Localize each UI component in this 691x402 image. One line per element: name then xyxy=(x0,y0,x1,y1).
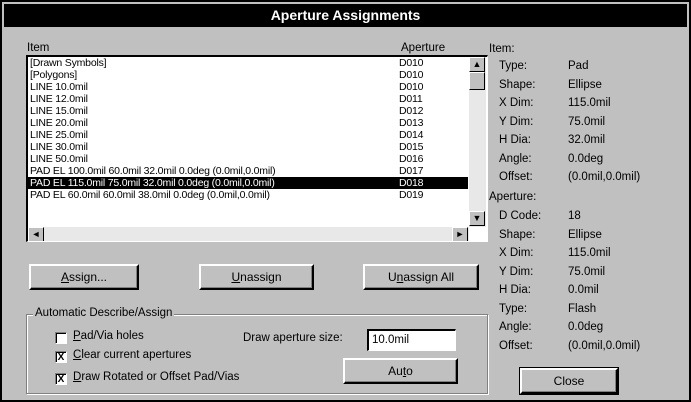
column-header-aperture: Aperture xyxy=(401,42,446,54)
list-item-aperture: D017 xyxy=(399,165,424,177)
list-item-aperture: D019 xyxy=(399,189,424,201)
list-item[interactable]: LINE 50.0mil D016 xyxy=(28,153,468,165)
draw-aperture-size-label: Draw aperture size: xyxy=(243,332,343,344)
property-value: Ellipse xyxy=(568,78,602,91)
list-item-aperture: D010 xyxy=(399,57,424,69)
property-value: 75.0mil xyxy=(568,265,606,278)
aperture-list[interactable]: [Drawn Symbols] D010 [Polygons] D010 LINE 10… xyxy=(26,55,488,242)
unassign-button[interactable]: Unassign xyxy=(199,264,314,290)
aperture-panel-heading: Aperture: xyxy=(489,191,537,203)
list-item[interactable]: PAD EL 100.0mil 60.0mil 32.0mil 0.0deg (… xyxy=(28,165,468,177)
list-item-name: LINE 50.0mil xyxy=(30,153,88,165)
property-value: (0.0mil,0.0mil) xyxy=(568,171,641,183)
property-label: Type: xyxy=(499,302,528,315)
list-item-name: LINE 12.0mil xyxy=(30,93,88,105)
scroll-right-icon[interactable]: ► xyxy=(452,227,468,241)
property-label: Y Dim: xyxy=(499,115,534,128)
property-value: 75.0mil xyxy=(568,115,606,128)
property-label: Offset: xyxy=(499,339,533,352)
vertical-scrollbar[interactable]: ▲ ▼ xyxy=(469,57,486,227)
unassign-all-button[interactable]: Unassign All xyxy=(363,264,479,290)
pad-via-holes-checkbox[interactable] xyxy=(55,332,67,344)
property-label: X Dim: xyxy=(499,97,534,109)
list-item[interactable]: [Polygons] D010 xyxy=(28,69,468,81)
vertical-scroll-thumb[interactable] xyxy=(469,72,485,90)
list-item[interactable]: LINE 25.0mil D014 xyxy=(28,129,468,141)
list-item[interactable]: PAD EL 60.0mil 60.0mil 38.0mil 0.0deg (0… xyxy=(28,189,468,201)
property-value: 0.0deg xyxy=(568,152,604,165)
property-value: 32.0mil xyxy=(568,134,606,146)
property-label: Angle: xyxy=(499,152,532,165)
close-button[interactable]: Close xyxy=(519,367,619,395)
list-item[interactable]: LINE 12.0mil D011 xyxy=(28,93,468,105)
list-item[interactable]: PAD EL 115.0mil 75.0mil 32.0mil 0.0deg (… xyxy=(28,177,468,189)
property-value: 18 xyxy=(568,210,581,222)
list-item-name: LINE 30.0mil xyxy=(30,141,88,153)
list-item-aperture: D012 xyxy=(399,105,424,117)
list-item[interactable]: LINE 15.0mil D012 xyxy=(28,105,468,117)
draw-rotated-label[interactable]: Draw Rotated or Offset Pad/Vias xyxy=(73,371,239,383)
auto-button[interactable]: Auto xyxy=(343,358,458,384)
scroll-up-icon[interactable]: ▲ xyxy=(469,57,485,72)
list-item-name: PAD EL 115.0mil 75.0mil 32.0mil 0.0deg (… xyxy=(30,177,275,189)
column-header-item: Item xyxy=(27,42,50,54)
property-label: Shape: xyxy=(499,228,536,241)
list-item-aperture: D015 xyxy=(399,141,424,153)
draw-rotated-checkbox[interactable]: X xyxy=(55,373,67,385)
list-item-aperture: D011 xyxy=(399,93,423,105)
list-item-aperture: D013 xyxy=(399,117,424,129)
item-panel-heading: Item: xyxy=(489,43,515,55)
list-item[interactable]: LINE 10.0mil D010 xyxy=(28,81,468,93)
aperture-assignments-dialog: Aperture Assignments Item Aperture [Draw… xyxy=(0,0,691,402)
property-label: Shape: xyxy=(499,78,536,91)
list-item[interactable]: LINE 20.0mil D013 xyxy=(28,117,468,129)
list-item-name: LINE 15.0mil xyxy=(30,105,88,117)
property-label: H Dia: xyxy=(499,134,531,146)
property-value: (0.0mil,0.0mil) xyxy=(568,339,641,352)
horizontal-scrollbar[interactable]: ◄ ► xyxy=(28,227,469,241)
draw-aperture-size-input[interactable]: 10.0mil xyxy=(367,329,456,351)
property-label: Offset: xyxy=(499,171,533,183)
list-item-aperture: D014 xyxy=(399,129,424,141)
property-value: Flash xyxy=(568,302,597,315)
list-item-name: LINE 10.0mil xyxy=(30,81,88,93)
list-item-name: PAD EL 60.0mil 60.0mil 38.0mil 0.0deg (0… xyxy=(30,189,270,201)
property-label: Y Dim: xyxy=(499,265,534,278)
property-value: Pad xyxy=(568,60,589,72)
property-value: 0.0deg xyxy=(568,321,604,333)
clear-current-apertures-checkbox[interactable]: X xyxy=(55,351,67,363)
assign-button[interactable]: Assign... xyxy=(29,264,139,290)
list-item-aperture: D010 xyxy=(399,81,424,93)
list-item-name: LINE 25.0mil xyxy=(30,129,88,141)
scroll-down-icon[interactable]: ▼ xyxy=(469,211,485,226)
list-item-name: LINE 20.0mil xyxy=(30,117,88,129)
property-label: Angle: xyxy=(499,321,532,333)
list-item-name: PAD EL 100.0mil 60.0mil 32.0mil 0.0deg (… xyxy=(30,165,276,177)
list-item-aperture: D018 xyxy=(399,177,424,189)
automatic-describe-title: Automatic Describe/Assign xyxy=(33,307,175,319)
list-item-aperture: D010 xyxy=(399,69,424,81)
property-value: 115.0mil xyxy=(568,97,611,109)
list-item-name: [Drawn Symbols] xyxy=(30,57,107,69)
property-label: H Dia: xyxy=(499,284,531,296)
list-item[interactable]: [Drawn Symbols] D010 xyxy=(28,57,468,69)
property-label: X Dim: xyxy=(499,247,534,259)
list-item-name: [Polygons] xyxy=(30,69,78,81)
window-title: Aperture Assignments xyxy=(4,4,687,27)
aperture-list-rows: [Drawn Symbols] D010 [Polygons] D010 LINE 10… xyxy=(28,57,468,227)
property-value: 0.0mil xyxy=(568,284,599,296)
property-label: Type: xyxy=(499,60,528,72)
pad-via-holes-label[interactable]: Pad/Via holes xyxy=(73,330,144,342)
list-item[interactable]: LINE 30.0mil D015 xyxy=(28,141,468,153)
list-item-aperture: D016 xyxy=(399,153,424,165)
property-label: D Code: xyxy=(499,210,542,222)
property-value: Ellipse xyxy=(568,228,602,241)
scroll-left-icon[interactable]: ◄ xyxy=(28,227,44,241)
clear-current-apertures-label[interactable]: Clear current apertures xyxy=(73,349,191,361)
property-value: 115.0mil xyxy=(568,247,611,259)
